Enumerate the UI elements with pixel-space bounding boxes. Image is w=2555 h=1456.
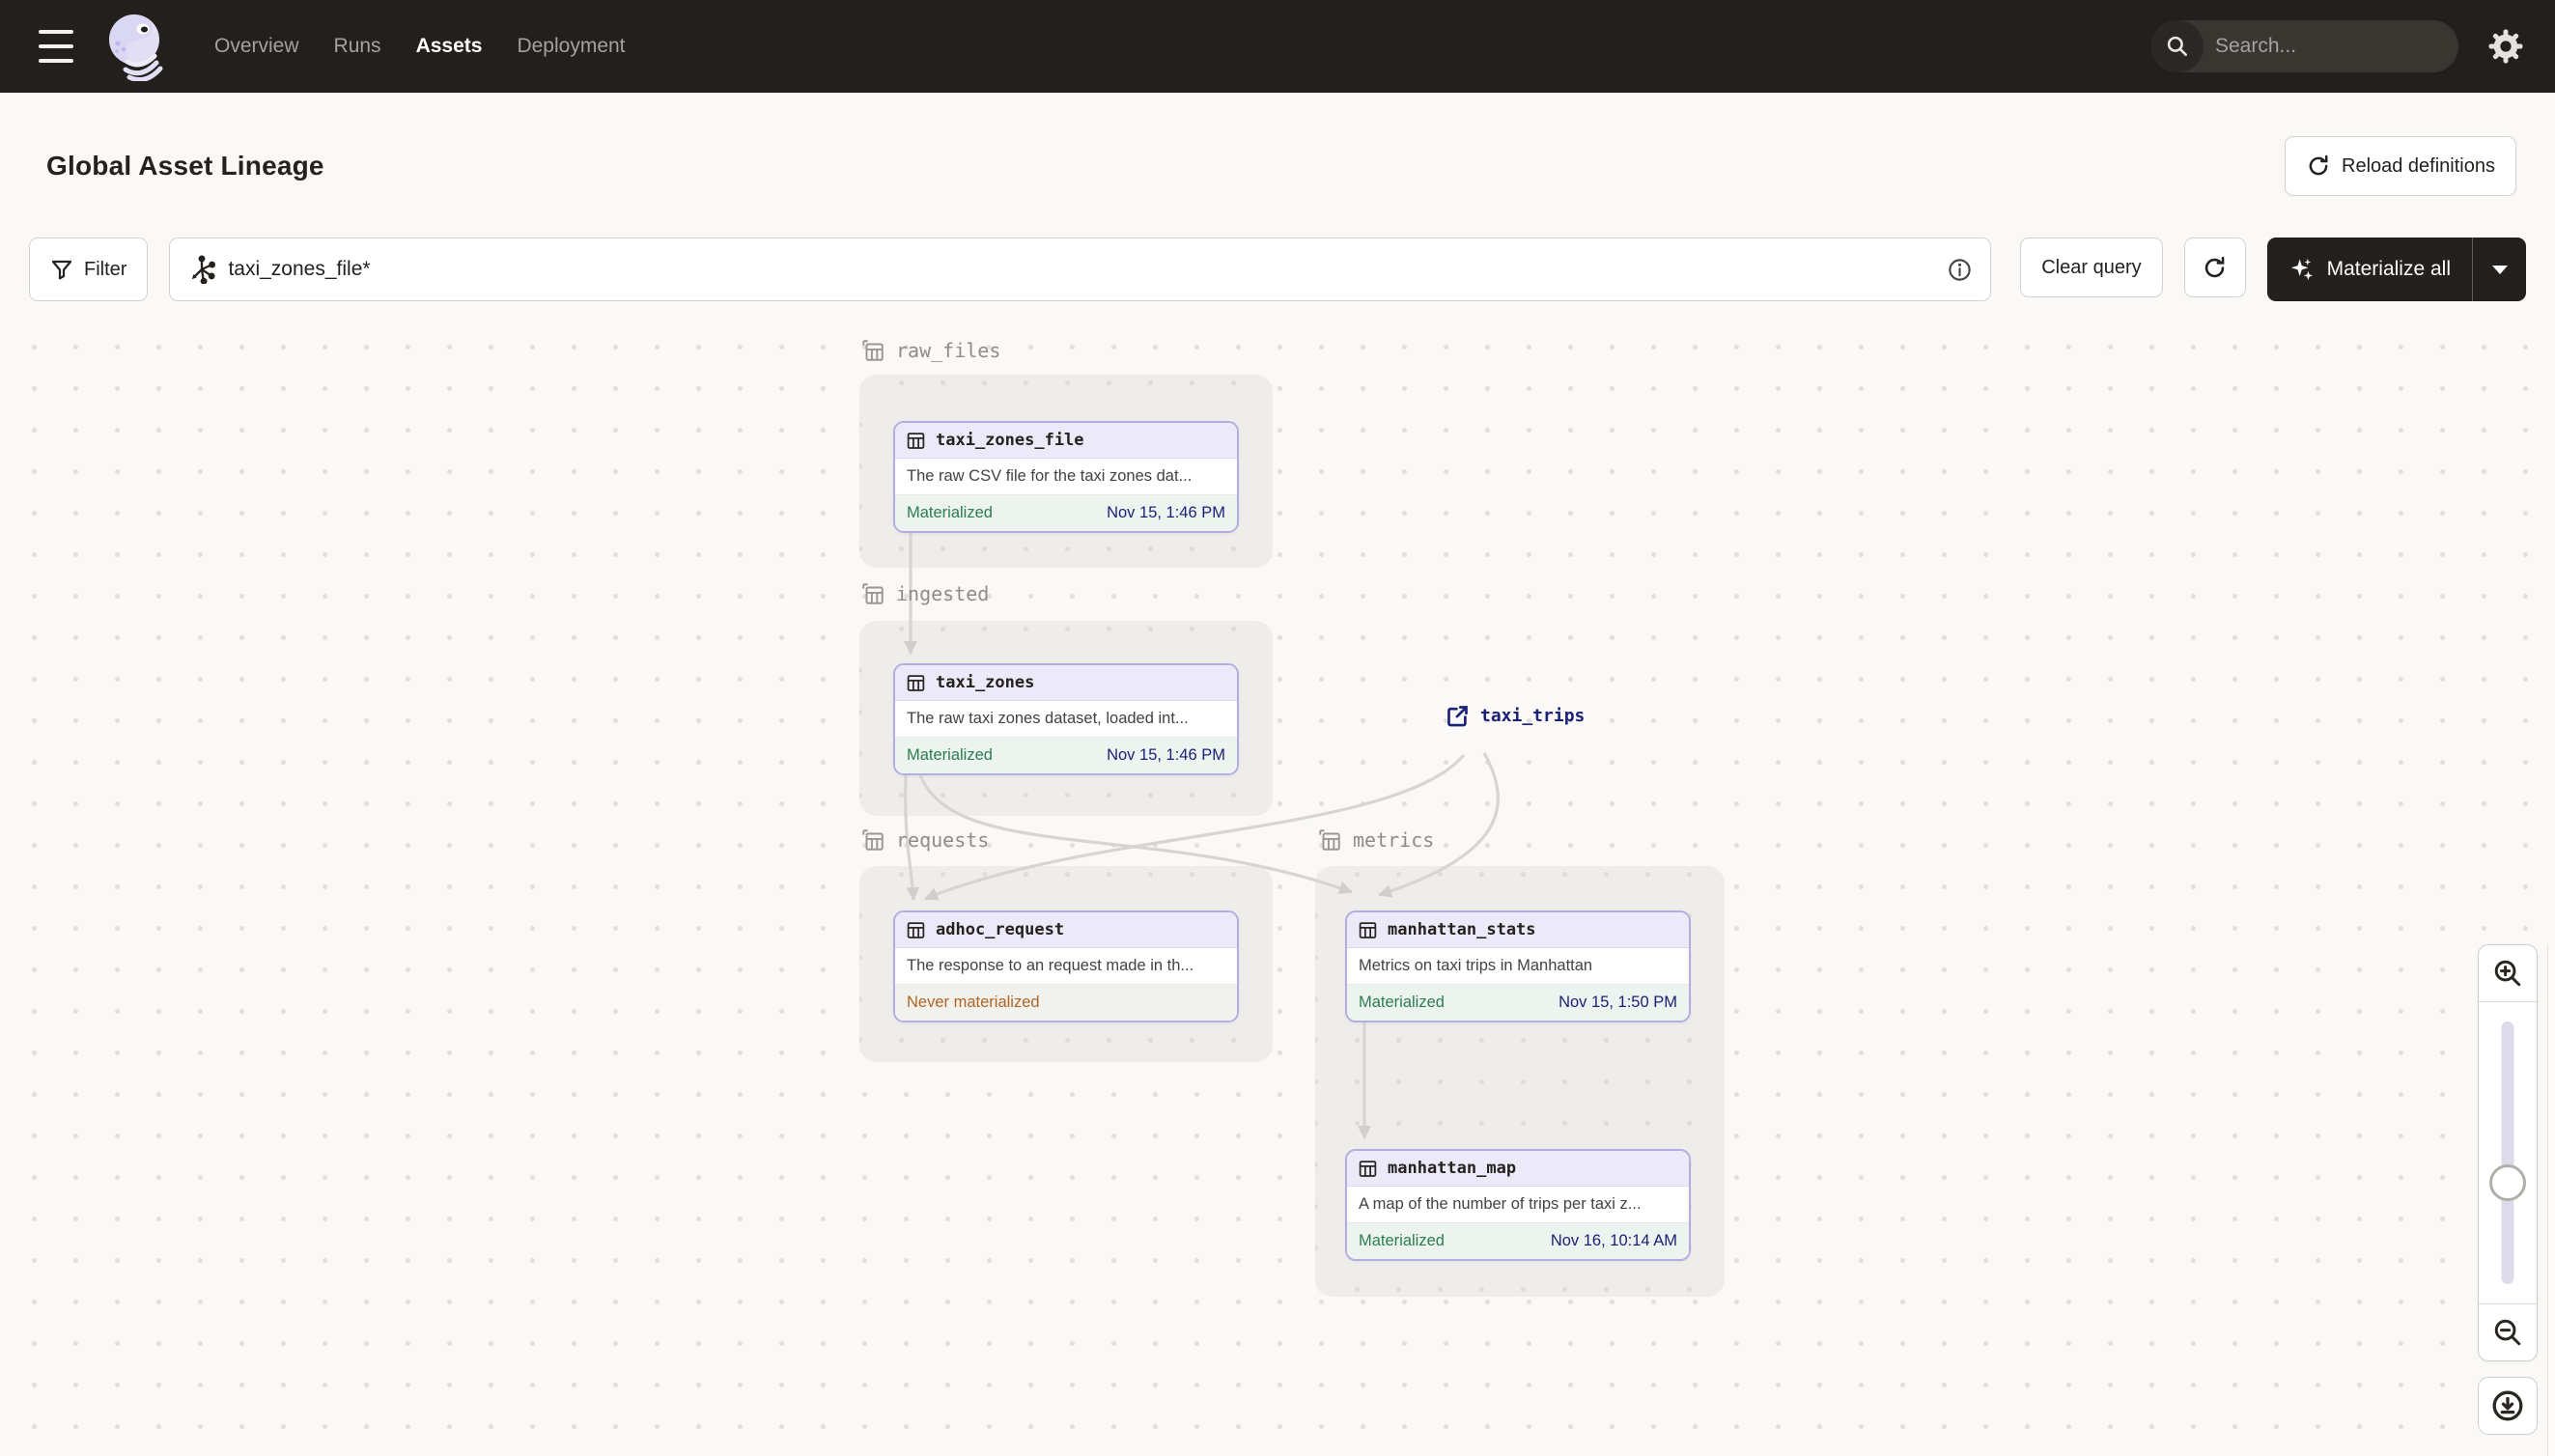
asset-selection-query[interactable]: [228, 258, 1936, 281]
zoom-in-button[interactable]: [2479, 945, 2537, 1001]
table-icon: [1359, 921, 1377, 938]
asset-description: The raw taxi zones dataset, loaded int..…: [895, 701, 1237, 738]
reload-definitions-label: Reload definitions: [2342, 154, 2495, 177]
group-icon: [862, 829, 884, 851]
recenter-icon: [2492, 1390, 2523, 1421]
group-name: requests: [896, 828, 990, 852]
clear-query-button[interactable]: Clear query: [2020, 238, 2163, 297]
global-search[interactable]: /: [2151, 20, 2458, 72]
asset-title: taxi_zones_file: [936, 431, 1084, 450]
group-icon: [862, 583, 884, 604]
materialize-all-label: Materialize all: [2326, 258, 2451, 280]
external-asset-taxi-trips[interactable]: taxi_trips: [1445, 703, 1585, 729]
group-name: metrics: [1353, 828, 1435, 852]
group-name: ingested: [896, 582, 990, 605]
asset-selection-input[interactable]: [169, 238, 1992, 301]
asset-selection-icon: [192, 255, 216, 284]
dagster-logo-icon: [109, 14, 163, 81]
zoom-slider[interactable]: [2479, 1001, 2537, 1304]
materialize-options-button[interactable]: [2472, 238, 2526, 301]
zoom-out-button[interactable]: [2479, 1304, 2537, 1360]
refresh-graph-button[interactable]: [2183, 238, 2246, 297]
zoom-out-icon: [2494, 1319, 2521, 1346]
group-name: raw_files: [896, 339, 1001, 362]
recenter-view-button[interactable]: [2478, 1377, 2538, 1435]
nav-overview[interactable]: Overview: [214, 35, 299, 58]
table-icon: [907, 432, 925, 449]
status-badge: Materialized: [907, 746, 993, 764]
chevron-down-icon: [2491, 265, 2508, 274]
zoom-slider-track[interactable]: [2501, 1022, 2514, 1284]
group-label-requests[interactable]: requests: [860, 827, 989, 853]
asset-description: The raw CSV file for the taxi zones dat.…: [895, 459, 1237, 495]
lineage-toolbar: Filter Clear query: [0, 238, 2555, 301]
sparkles-icon: [2290, 258, 2313, 281]
refresh-icon: [2204, 256, 2225, 277]
asset-description: A map of the number of trips per taxi z.…: [1347, 1187, 1689, 1223]
nav-assets[interactable]: Assets: [416, 35, 483, 58]
materialization-timestamp: Nov 15, 1:50 PM: [1558, 994, 1677, 1011]
table-icon: [907, 674, 925, 691]
page-title: Global Asset Lineage: [46, 151, 324, 181]
asset-node-manhattan-stats[interactable]: manhattan_stats Metrics on taxi trips in…: [1345, 910, 1691, 1022]
group-icon: [862, 340, 884, 361]
group-label-metrics[interactable]: metrics: [1317, 827, 1434, 853]
filter-label: Filter: [84, 258, 127, 280]
materialization-timestamp: Nov 16, 10:14 AM: [1550, 1232, 1677, 1249]
nav-deployment[interactable]: Deployment: [517, 35, 625, 58]
info-icon[interactable]: [1947, 257, 1973, 283]
status-badge: Materialized: [1359, 994, 1445, 1011]
status-badge: Materialized: [1359, 1232, 1445, 1249]
zoom-slider-thumb[interactable]: [2489, 1164, 2526, 1201]
asset-title: manhattan_stats: [1388, 920, 1536, 939]
lineage-edges: [904, 530, 1500, 1139]
asset-title: taxi_zones: [936, 673, 1035, 692]
asset-node-adhoc-request[interactable]: adhoc_request The response to an request…: [893, 910, 1239, 1022]
asset-title: adhoc_request: [936, 920, 1065, 939]
materialization-timestamp: Nov 15, 1:46 PM: [1107, 746, 1225, 764]
lineage-canvas[interactable]: raw_files ingested requests metrics taxi…: [0, 319, 2555, 1456]
gear-icon[interactable]: [2485, 26, 2526, 67]
search-icon: [2151, 20, 2204, 72]
asset-node-manhattan-map[interactable]: manhattan_map A map of the number of tri…: [1345, 1149, 1691, 1261]
group-icon: [1319, 829, 1340, 851]
page-header: Global Asset Lineage Reload definitions: [0, 93, 2555, 239]
filter-button[interactable]: Filter: [29, 238, 149, 301]
asset-description: Metrics on taxi trips in Manhattan: [1347, 948, 1689, 985]
asset-title: manhattan_map: [1388, 1159, 1517, 1178]
top-nav-bar: Overview Runs Assets Deployment /: [0, 0, 2555, 93]
reload-definitions-button[interactable]: Reload definitions: [2285, 136, 2516, 196]
group-label-ingested[interactable]: ingested: [860, 581, 989, 606]
table-icon: [907, 921, 925, 938]
search-input[interactable]: [2204, 35, 2458, 58]
external-asset-label: taxi_trips: [1480, 706, 1586, 726]
reload-icon: [2309, 154, 2328, 176]
primary-nav: Overview Runs Assets Deployment: [214, 35, 626, 58]
asset-node-taxi-zones[interactable]: taxi_zones The raw taxi zones dataset, l…: [893, 663, 1239, 775]
nav-runs[interactable]: Runs: [334, 35, 381, 58]
group-label-raw-files[interactable]: raw_files: [860, 338, 1000, 363]
external-link-icon: [1447, 706, 1468, 727]
materialization-timestamp: Nov 15, 1:46 PM: [1107, 504, 1225, 521]
materialize-all-button[interactable]: Materialize all: [2267, 238, 2472, 301]
clear-query-label: Clear query: [2041, 256, 2142, 278]
asset-node-taxi-zones-file[interactable]: taxi_zones_file The raw CSV file for the…: [893, 421, 1239, 533]
table-icon: [1359, 1160, 1377, 1177]
menu-icon[interactable]: [39, 30, 77, 63]
zoom-in-icon: [2494, 960, 2521, 987]
materialize-all-split-button: Materialize all: [2266, 238, 2526, 301]
funnel-icon: [51, 260, 72, 280]
asset-description: The response to an request made in th...: [895, 948, 1237, 985]
canvas-scrollbar[interactable]: [2547, 944, 2555, 1456]
status-badge: Materialized: [907, 504, 993, 521]
zoom-controls: [2478, 944, 2538, 1361]
status-badge: Never materialized: [907, 994, 1040, 1011]
dagster-app: Overview Runs Assets Deployment /: [0, 0, 2555, 1456]
